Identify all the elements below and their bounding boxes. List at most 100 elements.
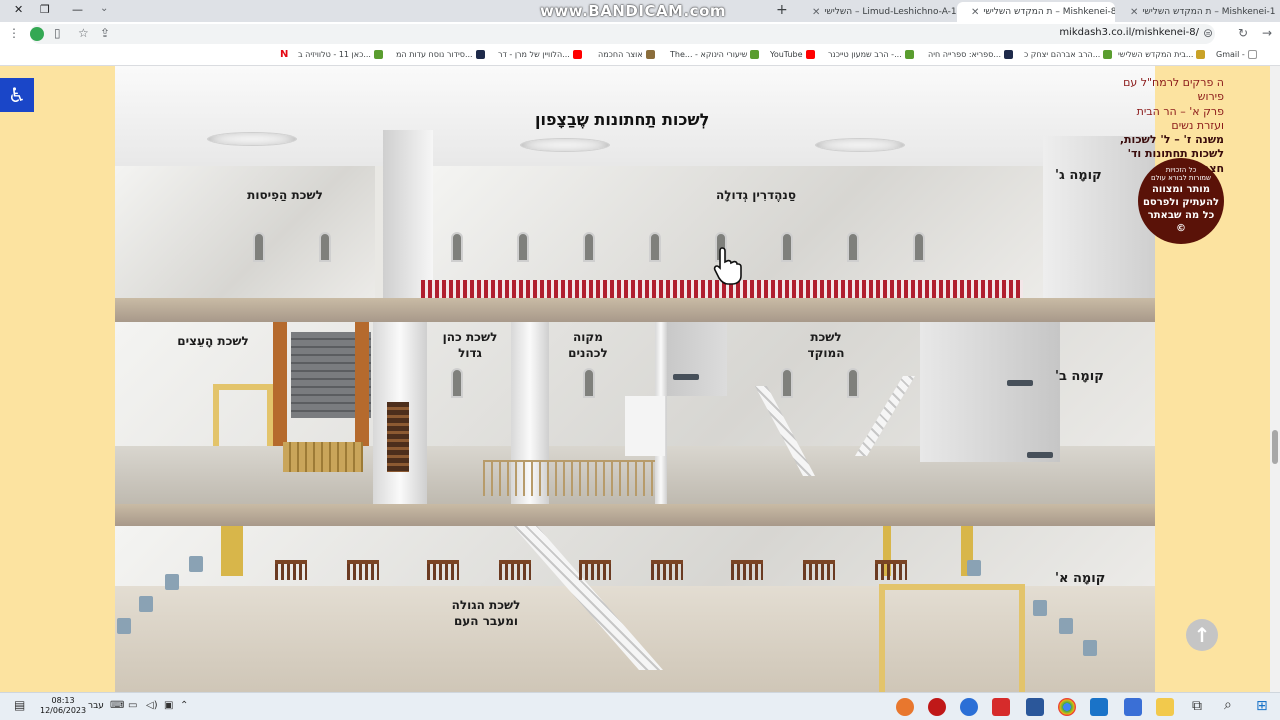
file-explorer-icon[interactable]: [1156, 698, 1174, 716]
taskbar: ▤ 08:13 12/06/2023 עבר ⌨ ▭ ◁) ▣ ⌃ ⧉ ⌕ ⊞: [0, 692, 1280, 720]
bookmark-rav-avraham[interactable]: הרב אברהם יצחק כ...: [1024, 50, 1113, 59]
arched-window: [781, 368, 793, 398]
recorder-icon[interactable]: [928, 698, 946, 716]
bed: [1027, 452, 1053, 458]
notification-icon[interactable]: ▤: [14, 698, 25, 712]
reload-icon[interactable]: ↻: [1238, 26, 1248, 40]
word-icon[interactable]: [1026, 698, 1044, 716]
page-title: לְשכות תַחתונות שֶבַצָפון: [535, 110, 710, 129]
taskbar-clock[interactable]: 08:13 12/06/2023: [40, 696, 86, 717]
address-bar[interactable]: ▯ ☆ ⇪ mikdash3.co.il/mishkenei-8/ ⊜: [30, 24, 1215, 44]
room-label-kohen-gadol[interactable]: לשכת כהן גדול: [435, 330, 505, 361]
bookmark-mikdash[interactable]: בית המקדש השלישי...: [1118, 50, 1206, 59]
volume-icon[interactable]: ◁): [146, 700, 158, 711]
bench: [275, 560, 307, 580]
bookmark-kan11[interactable]: כאן 11 - טלוויזיה ב...: [298, 50, 383, 59]
mikveh-block: [625, 396, 665, 456]
chrome-icon[interactable]: [1058, 698, 1076, 716]
sidepanel-icon[interactable]: ▯: [54, 26, 61, 40]
wall-pisot: [115, 166, 375, 298]
search-icon[interactable]: ⌕: [1224, 697, 1232, 713]
bookmark-rav-shimon[interactable]: הרב שמעון טייכנר -...: [828, 50, 914, 59]
tab-limud[interactable]: ✕ השלישי – Limud-Leshichno-A-13: [798, 2, 956, 22]
bench: [731, 560, 763, 580]
arched-window: [451, 368, 463, 398]
bookmark-satellite[interactable]: הלוויין של מרן - דר...: [498, 50, 582, 59]
new-tab-button[interactable]: +: [776, 2, 788, 18]
network-icon[interactable]: ▣: [164, 700, 173, 711]
app-icon[interactable]: [960, 698, 978, 716]
browser-toolbar: ⋮ ▯ ☆ ⇪ mikdash3.co.il/mishkenei-8/ ⊜ ↻ …: [0, 22, 1280, 46]
bookmark-gmail[interactable]: Gmail -: [1216, 50, 1257, 59]
arched-window: [517, 232, 529, 262]
info-line: ה פרקים לרמח"ל עם פירוש: [1123, 76, 1224, 104]
keyboard-icon[interactable]: ⌨: [110, 700, 124, 711]
show-hidden-icons-icon[interactable]: ⌃: [180, 700, 188, 711]
bookmark-label: The... - שיעורי הינוקא: [670, 50, 748, 59]
bookmark-label: ספריא: ספרייה חיה...: [928, 50, 1002, 59]
accessibility-button[interactable]: ♿: [0, 78, 34, 112]
close-tab-icon[interactable]: ✕: [1130, 7, 1138, 18]
room-label-line: לשכת כהן: [442, 330, 498, 344]
battery-icon[interactable]: ▭: [128, 700, 137, 711]
room-label-gola[interactable]: לשכת הגולה ומעבר העם: [441, 598, 531, 629]
task-view-icon[interactable]: ⧉: [1192, 698, 1202, 714]
tab-mishkenei-8[interactable]: ✕ ת המקדש השלישי – Mishkenei-8: [957, 2, 1115, 22]
room-label-mokad[interactable]: לשכת המוקד: [791, 330, 861, 361]
bench: [651, 560, 683, 580]
anydesk-icon[interactable]: [992, 698, 1010, 716]
room-label-sanhedrin[interactable]: סַנהֶדרִין גְדולָה: [701, 188, 811, 204]
bed: [673, 374, 699, 380]
bookmark-star-icon[interactable]: ☆: [78, 26, 89, 40]
arched-window: [847, 232, 859, 262]
basin: [117, 618, 131, 634]
bookmark-otzar[interactable]: אוצר החכמה: [598, 50, 655, 59]
close-tab-icon[interactable]: ✕: [812, 7, 820, 18]
minimize-window-icon[interactable]: —: [72, 3, 83, 16]
bench: [803, 560, 835, 580]
bed: [1007, 380, 1033, 386]
ceiling-light: [815, 138, 905, 152]
badge-small-text: שמורות לבורא עולם: [1150, 174, 1211, 183]
scrollbar-thumb[interactable]: [1272, 430, 1278, 464]
room-label-etzim[interactable]: לשכת הָעֵצים: [173, 334, 253, 350]
room-label-line: גדול: [458, 345, 482, 360]
tab-label: ת המקדש השלישי – Mishkenei-1: [1142, 7, 1276, 17]
basin: [165, 574, 179, 590]
bookmarks-bar: Gmail - בית המקדש השלישי... הרב אברהם יצ…: [0, 46, 1280, 66]
bookmark-label: הרב אברהם יצחק כ...: [1024, 50, 1101, 59]
tab-search-icon[interactable]: ⌄: [100, 3, 108, 14]
bookmark-siddur[interactable]: סידור נוסח עדות המ...: [396, 50, 485, 59]
bookmark-label: הרב שמעון טייכנר -...: [828, 50, 902, 59]
room-label-line: המוקד: [807, 345, 845, 360]
tab-mishkenei-1[interactable]: ✕ ת המקדש השלישי – Mishkenei-1: [1116, 2, 1280, 22]
scroll-to-top-button[interactable]: ↑: [1186, 619, 1218, 651]
mail-icon[interactable]: [1090, 698, 1108, 716]
bookmark-hinuka[interactable]: The... - שיעורי הינוקא: [670, 50, 760, 59]
share-icon[interactable]: ⇪: [100, 26, 110, 40]
room-label-pisot[interactable]: לשכת הַפִיסות: [245, 188, 325, 204]
bench: [499, 560, 531, 580]
room-label-mikveh[interactable]: מקוה לכהנים: [553, 330, 623, 361]
menu-dots-icon[interactable]: ⋮: [8, 26, 20, 40]
firefox-icon[interactable]: [896, 698, 914, 716]
mikdash-favicon-icon: [1196, 50, 1206, 59]
language-indicator[interactable]: עבר: [88, 701, 104, 711]
restore-window-icon[interactable]: ❐: [40, 3, 50, 16]
netflix-icon[interactable]: N: [280, 49, 288, 60]
bookmark-label: בית המקדש השלישי...: [1118, 50, 1194, 59]
windows-start-icon[interactable]: ⊞: [1256, 698, 1268, 714]
back-arrow-icon[interactable]: →: [1262, 26, 1272, 40]
page-scrollbar[interactable]: [1270, 66, 1280, 692]
mokad-upper-room: [667, 322, 727, 396]
leaf-favicon-icon: [373, 50, 383, 59]
room-label-line: לשכת הגולה: [451, 598, 521, 612]
store-icon[interactable]: [1124, 698, 1142, 716]
url-text[interactable]: mikdash3.co.il/mishkenei-8/: [1059, 27, 1199, 38]
site-info-icon[interactable]: ⊜: [1203, 26, 1213, 40]
profile-icon[interactable]: [30, 27, 44, 41]
bookmark-youtube[interactable]: YouTube: [770, 50, 815, 59]
bookmark-sefaria[interactable]: ספריא: ספרייה חיה...: [928, 50, 1014, 59]
close-tab-icon[interactable]: ✕: [971, 7, 979, 18]
close-window-icon[interactable]: ✕: [14, 3, 23, 16]
